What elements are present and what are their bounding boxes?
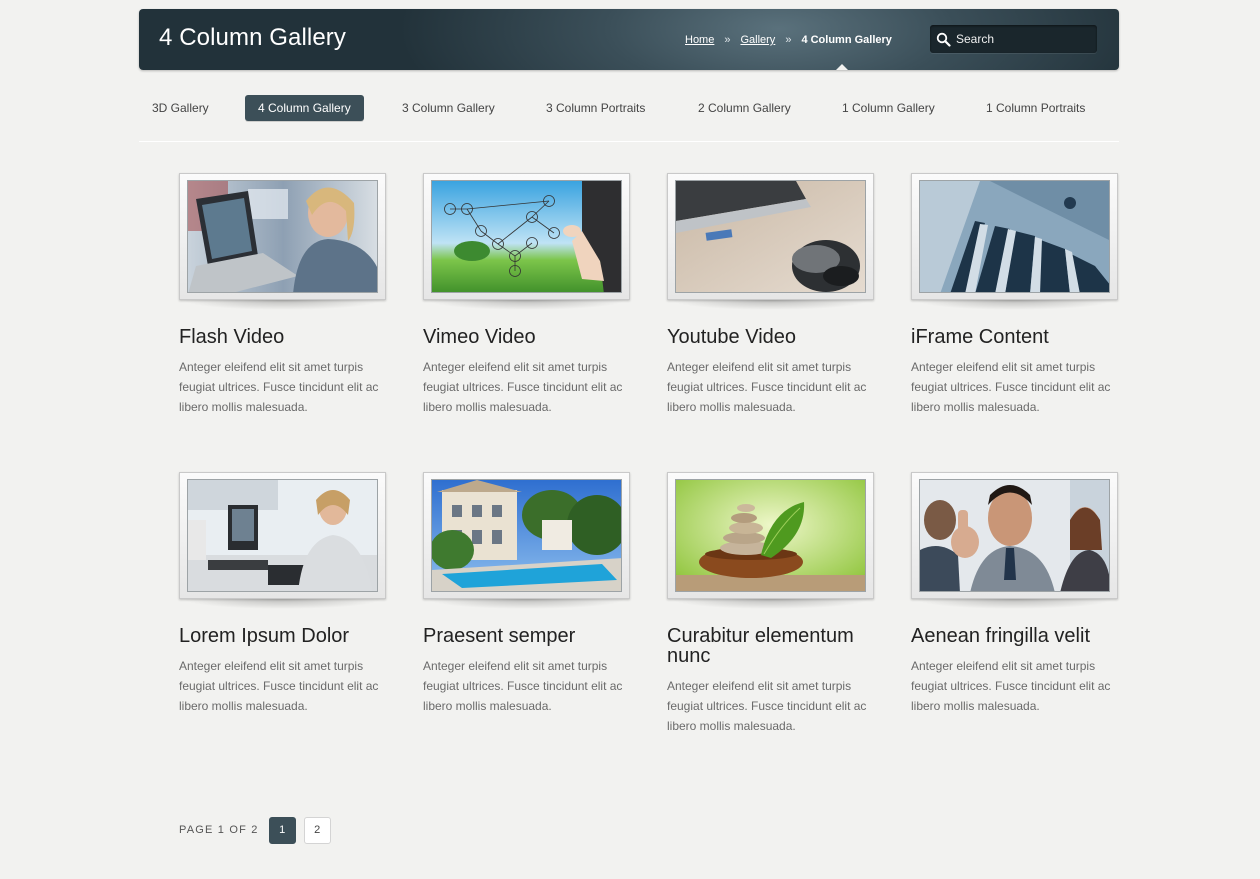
search-icon[interactable] [936,32,951,47]
filter-1-column-gallery[interactable]: 1 Column Gallery [829,95,948,121]
breadcrumb-home-link[interactable]: Home [685,34,714,46]
gallery-item: iFrame Content Anteger eleifend elit sit… [911,173,1119,417]
item-description: Anteger eleifend elit sit amet turpis fe… [911,360,1111,414]
filter-3-column-gallery[interactable]: 3 Column Gallery [389,95,508,121]
item-title[interactable]: iFrame Content [911,327,1121,347]
thumbnail-smiling-businessman-team[interactable] [919,479,1110,592]
gallery-item: Aenean fringilla velit Anteger eleifend … [911,472,1119,716]
filter-4-column-gallery[interactable]: 4 Column Gallery [245,95,364,121]
item-title[interactable]: Youtube Video [667,327,877,347]
breadcrumb-current: 4 Column Gallery [801,34,892,46]
page-2-button[interactable]: 2 [303,816,331,844]
thumbnail-frame[interactable] [179,472,386,599]
item-description: Anteger eleifend elit sit amet turpis fe… [667,679,867,733]
item-title[interactable]: Aenean fringilla velit [911,626,1121,646]
frame-shadow [423,599,630,611]
thumbnail-zen-stones-and-leaf[interactable] [675,479,866,592]
page-header: 4 Column Gallery Home » Gallery » 4 Colu… [139,9,1119,70]
item-description: Anteger eleifend elit sit amet turpis fe… [179,360,379,414]
item-title[interactable]: Praesent semper [423,626,633,646]
item-title[interactable]: Curabitur elementum nunc [667,626,877,666]
thumbnail-frame[interactable] [179,173,386,300]
thumbnail-frame[interactable] [667,173,874,300]
search-box [930,25,1097,53]
search-input[interactable] [956,29,1091,49]
breadcrumb: Home » Gallery » 4 Column Gallery [685,34,892,46]
thumbnail-frame[interactable] [911,472,1118,599]
frame-shadow [179,599,386,611]
active-indicator-notch [836,64,848,70]
thumbnail-hand-drawing-network[interactable] [431,180,622,293]
item-title[interactable]: Flash Video [179,327,389,347]
item-title[interactable]: Vimeo Video [423,327,633,347]
thumbnail-villa-with-pool[interactable] [431,479,622,592]
breadcrumb-gallery-link[interactable]: Gallery [740,34,775,46]
filter-2-column-gallery[interactable]: 2 Column Gallery [685,95,804,121]
frame-shadow [667,599,874,611]
gallery-item: Youtube Video Anteger eleifend elit sit … [667,173,875,417]
thumbnail-frame[interactable] [423,472,630,599]
item-description: Anteger eleifend elit sit amet turpis fe… [911,659,1111,713]
filter-1-column-portraits[interactable]: 1 Column Portraits [973,95,1098,121]
thumbnail-call-center-office[interactable] [187,479,378,592]
gallery-item: Lorem Ipsum Dolor Anteger eleifend elit … [179,472,387,716]
filter-3d-gallery[interactable]: 3D Gallery [139,95,222,121]
thumbnail-frame[interactable] [911,173,1118,300]
thumbnail-spiral-staircase[interactable] [919,180,1110,293]
item-description: Anteger eleifend elit sit amet turpis fe… [423,659,623,713]
gallery-filter-nav: 3D Gallery 4 Column Gallery 3 Column Gal… [139,95,1119,121]
thumbnail-frame[interactable] [423,173,630,300]
frame-shadow [667,300,874,312]
page-1-button[interactable]: 1 [268,816,296,844]
gallery-item: Flash Video Anteger eleifend elit sit am… [179,173,387,417]
gallery-item: Praesent semper Anteger eleifend elit si… [423,472,631,716]
thumbnail-frame[interactable] [667,472,874,599]
item-title[interactable]: Lorem Ipsum Dolor [179,626,389,646]
nav-divider [139,141,1119,142]
gallery-item: Curabitur elementum nunc Anteger eleifen… [667,472,875,736]
pagination: PAGE 1 OF 2 1 2 [179,816,339,844]
page-title: 4 Column Gallery [159,24,347,51]
item-description: Anteger eleifend elit sit amet turpis fe… [179,659,379,713]
frame-shadow [911,599,1118,611]
item-description: Anteger eleifend elit sit amet turpis fe… [423,360,623,414]
frame-shadow [911,300,1118,312]
thumbnail-woman-with-laptop[interactable] [187,180,378,293]
thumbnail-computer-mouse-and-laptop[interactable] [675,180,866,293]
breadcrumb-separator: » [785,34,792,46]
gallery-item: Vimeo Video Anteger eleifend elit sit am… [423,173,631,417]
filter-3-column-portraits[interactable]: 3 Column Portraits [533,95,658,121]
page-indicator: PAGE 1 OF 2 [179,824,259,836]
item-description: Anteger eleifend elit sit amet turpis fe… [667,360,867,414]
breadcrumb-separator: » [724,34,731,46]
frame-shadow [423,300,630,312]
frame-shadow [179,300,386,312]
